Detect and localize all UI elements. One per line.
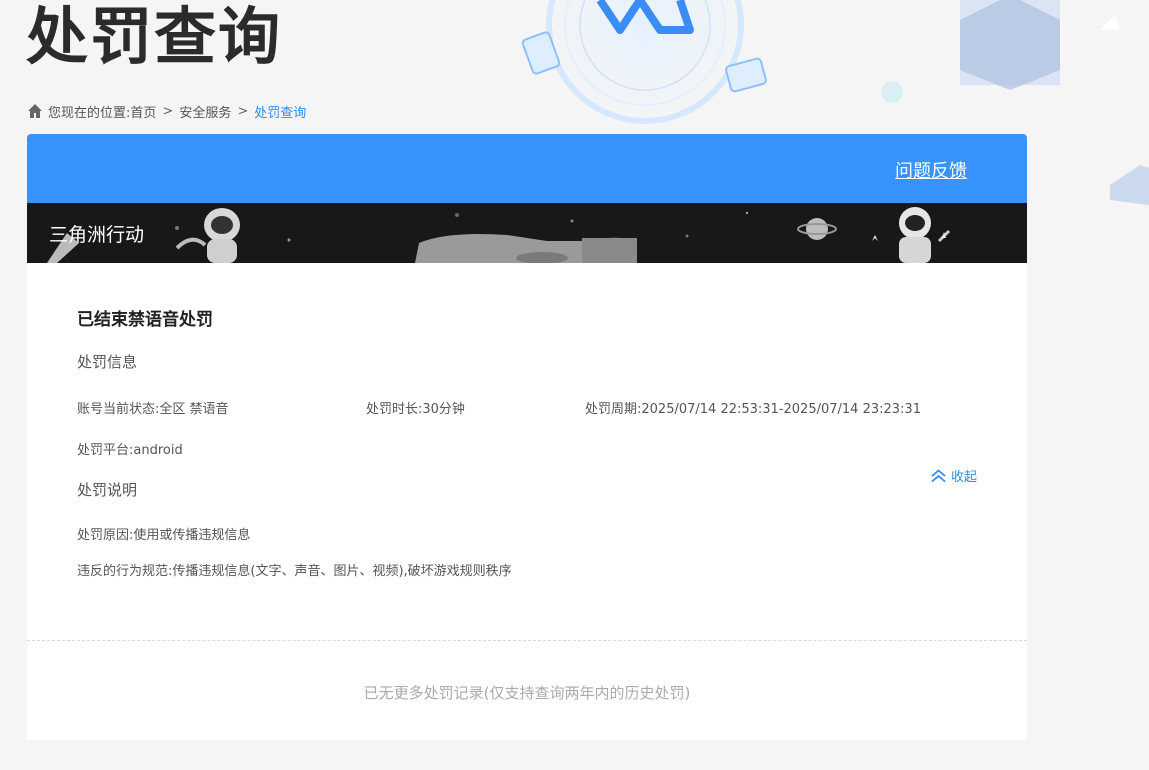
info-section-title: 处罚信息: [77, 353, 138, 371]
page-title: 处罚查询: [26, 0, 283, 73]
breadcrumb-separator: >: [237, 103, 249, 119]
breadcrumb-current: 处罚查询: [254, 105, 307, 121]
collapse-button[interactable]: 收起: [930, 466, 977, 485]
violated-rule: 违反的行为规范:传播违规信息(文字、声音、图片、视频),破坏游戏规则秩序: [77, 564, 512, 579]
desc-section-title: 处罚说明: [77, 481, 138, 499]
punishment-period: 处罚周期:2025/07/14 22:53:31-2025/07/14 23:2…: [585, 402, 921, 417]
panel-header: 问题反馈: [27, 134, 1027, 203]
account-status: 账号当前状态:全区 禁语音: [77, 402, 229, 417]
punishment-reason: 处罚原因:使用或传播违规信息: [77, 528, 251, 543]
punishment-platform: 处罚平台:android: [77, 443, 183, 458]
game-banner-art: [27, 203, 1027, 263]
chevron-up-double-icon: [931, 468, 946, 482]
breadcrumb-home-link[interactable]: 首页: [130, 102, 156, 121]
punishment-panel: 问题反馈 三角洲行动 已结束禁语音处罚 处罚信息 账号当前状态:全区 禁语音 处…: [27, 134, 1027, 740]
home-icon[interactable]: [27, 103, 43, 119]
collapse-label: 收起: [950, 470, 977, 485]
controller-icon: [415, 234, 637, 263]
record-content: 已结束禁语音处罚 处罚信息 账号当前状态:全区 禁语音 处罚时长:30分钟 处罚…: [27, 263, 1027, 579]
breadcrumb-separator: >: [162, 103, 174, 119]
breadcrumb: 您现在的位置: 首页 > 安全服务 > 处罚查询: [27, 101, 306, 121]
no-more-records: 已无更多处罚记录(仅支持查询两年内的历史处罚): [363, 684, 691, 702]
breadcrumb-security-link[interactable]: 安全服务: [179, 102, 231, 121]
game-name: 三角洲行动: [49, 224, 145, 246]
info-row: 账号当前状态:全区 禁语音 处罚时长:30分钟 处罚周期:2025/07/14 …: [77, 398, 977, 417]
divider: [27, 640, 1027, 641]
punishment-duration: 处罚时长:30分钟: [366, 402, 465, 417]
record-title: 已结束禁语音处罚: [77, 310, 213, 330]
game-banner: 三角洲行动: [27, 203, 1027, 263]
feedback-link[interactable]: 问题反馈: [895, 157, 967, 183]
breadcrumb-prefix: 您现在的位置:: [48, 105, 131, 121]
